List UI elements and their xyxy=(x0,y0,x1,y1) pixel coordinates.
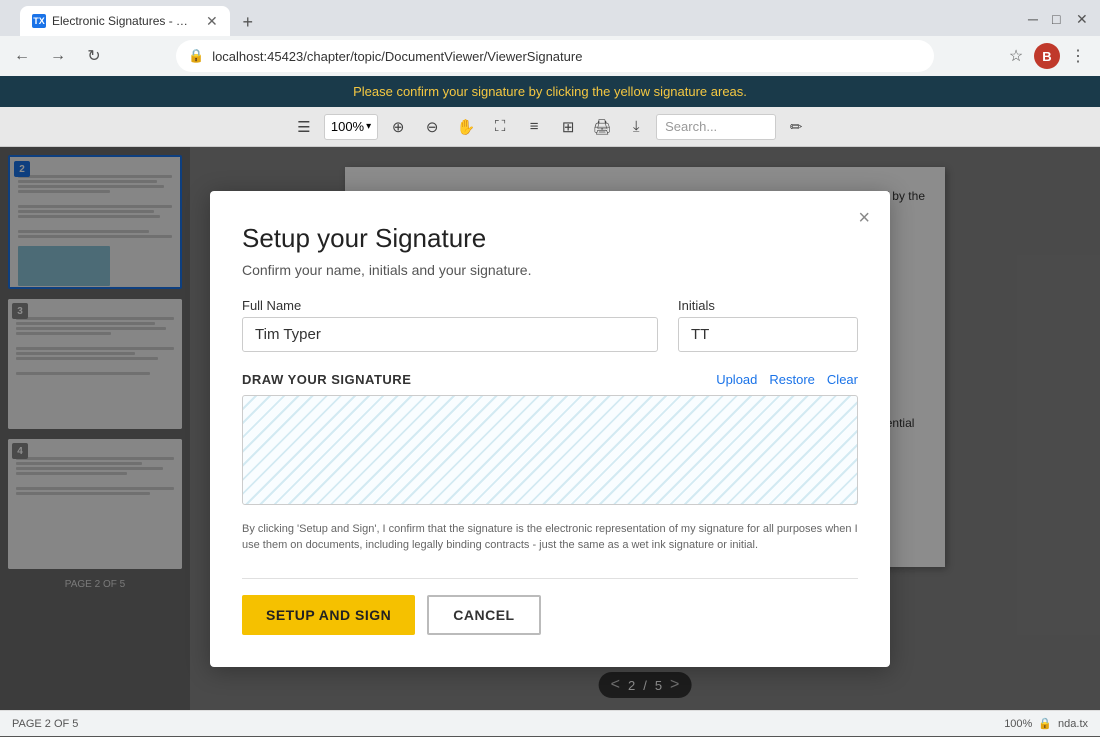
initials-input[interactable] xyxy=(678,317,858,352)
upload-btn[interactable]: Upload xyxy=(716,372,757,387)
zoom-status: 100% xyxy=(1004,718,1032,730)
main-area: 2 3 xyxy=(0,147,1100,710)
search-box[interactable]: Search... xyxy=(656,114,776,140)
status-bar: PAGE 2 OF 5 100% 🔒 nda.tx xyxy=(0,710,1100,736)
signature-modal: × Setup your Signature Confirm your name… xyxy=(210,191,890,667)
zoom-out-btn[interactable]: ⊖ xyxy=(418,113,446,141)
url-text: localhost:45423/chapter/topic/DocumentVi… xyxy=(212,49,582,64)
pdf-toolbar: ☰ 100% ▾ ⊕ ⊖ ✋ ⛶ ≡ ⊞ 🖨 ⤓ Search... ✏ xyxy=(0,107,1100,147)
modal-close-btn[interactable]: × xyxy=(858,207,870,230)
signature-header: DRAW YOUR SIGNATURE Upload Restore Clear xyxy=(242,372,858,387)
signature-section: DRAW YOUR SIGNATURE Upload Restore Clear xyxy=(242,372,858,505)
new-tab-btn[interactable]: + xyxy=(234,8,262,36)
forward-btn[interactable]: → xyxy=(44,42,72,70)
list-view-btn[interactable]: ≡ xyxy=(520,113,548,141)
full-name-label: Full Name xyxy=(242,298,658,313)
full-name-group: Full Name xyxy=(242,298,658,352)
modal-subtitle: Confirm your name, initials and your sig… xyxy=(242,262,858,278)
signature-canvas[interactable] xyxy=(242,395,858,505)
secure-icon: 🔒 xyxy=(188,48,204,64)
download-btn[interactable]: ⤓ xyxy=(622,113,650,141)
zoom-control[interactable]: 100% ▾ xyxy=(324,114,378,140)
initials-group: Initials xyxy=(678,298,858,352)
search-placeholder: Search... xyxy=(665,119,717,134)
cancel-btn[interactable]: CANCEL xyxy=(427,595,540,635)
annotate-btn[interactable]: ✏ xyxy=(782,113,810,141)
print-btn[interactable]: 🖨 xyxy=(588,113,616,141)
clear-btn[interactable]: Clear xyxy=(827,372,858,387)
notification-bar: Please confirm your signature by clickin… xyxy=(0,76,1100,107)
browser-tab[interactable]: TX Electronic Signatures - Text Cont... … xyxy=(20,6,230,36)
bookmark-btn[interactable]: ☆ xyxy=(1002,42,1030,70)
modal-title: Setup your Signature xyxy=(242,223,858,254)
tab-close-btn[interactable]: ✕ xyxy=(206,13,218,30)
profile-avatar[interactable]: B xyxy=(1034,43,1060,69)
address-bar[interactable]: 🔒 localhost:45423/chapter/topic/Document… xyxy=(176,40,934,72)
window-minimize-btn[interactable]: ─ xyxy=(1028,12,1040,24)
window-maximize-btn[interactable]: □ xyxy=(1052,12,1064,24)
draw-signature-label: DRAW YOUR SIGNATURE xyxy=(242,372,411,387)
browser-menu-btn[interactable]: ⋮ xyxy=(1064,42,1092,70)
tab-favicon: TX xyxy=(32,14,46,28)
sidebar-toggle-btn[interactable]: ☰ xyxy=(290,113,318,141)
restore-btn[interactable]: Restore xyxy=(769,372,815,387)
modal-footer: SETUP AND SIGN CANCEL xyxy=(242,595,858,635)
zoom-dropdown-icon[interactable]: ▾ xyxy=(366,121,371,132)
back-btn[interactable]: ← xyxy=(8,42,36,70)
setup-and-sign-btn[interactable]: SETUP AND SIGN xyxy=(242,595,415,635)
initials-label: Initials xyxy=(678,298,858,313)
zoom-level: 100% xyxy=(331,119,364,134)
fullscreen-btn[interactable]: ⛶ xyxy=(486,113,514,141)
signature-actions: Upload Restore Clear xyxy=(716,372,858,387)
zoom-in-btn[interactable]: ⊕ xyxy=(384,113,412,141)
modal-fields: Full Name Initials xyxy=(242,298,858,352)
grid-view-btn[interactable]: ⊞ xyxy=(554,113,582,141)
notification-text: Please confirm your signature by clickin… xyxy=(353,84,747,99)
full-name-input[interactable] xyxy=(242,317,658,352)
page-status: PAGE 2 OF 5 xyxy=(12,718,78,730)
reload-btn[interactable]: ↻ xyxy=(80,42,108,70)
legal-text: By clicking 'Setup and Sign', I confirm … xyxy=(242,521,858,554)
lock-icon: 🔒 xyxy=(1038,717,1052,730)
doc-name: nda.tx xyxy=(1058,718,1088,730)
modal-divider xyxy=(242,578,858,579)
tab-title: Electronic Signatures - Text Cont... xyxy=(52,14,192,28)
modal-overlay: × Setup your Signature Confirm your name… xyxy=(0,147,1100,710)
pan-btn[interactable]: ✋ xyxy=(452,113,480,141)
window-close-btn[interactable]: ✕ xyxy=(1076,12,1088,24)
